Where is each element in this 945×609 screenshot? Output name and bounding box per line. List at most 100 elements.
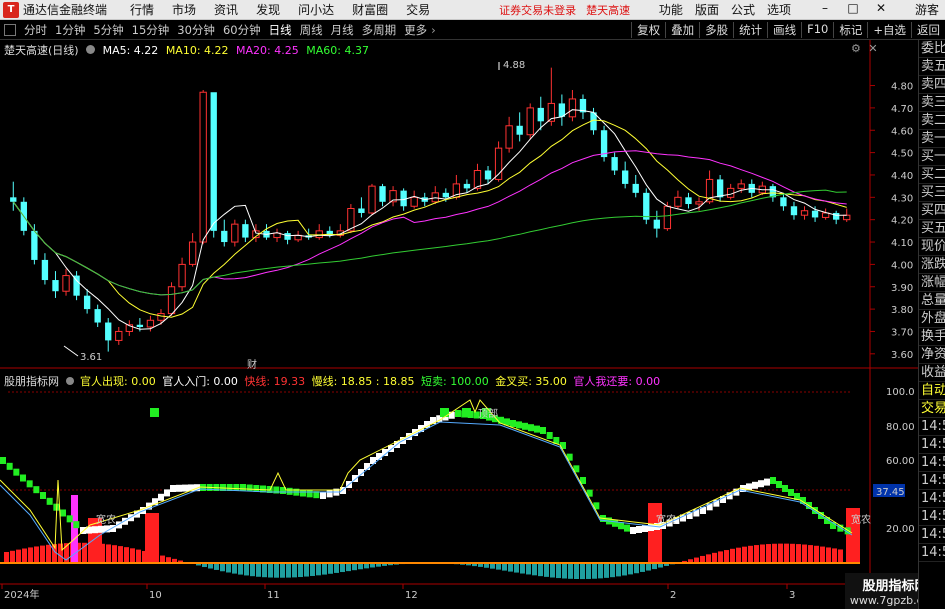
indicator-step: [648, 524, 654, 531]
quote-field-4[interactable]: 卖二: [919, 112, 945, 130]
indicator-toggle-icon[interactable]: [65, 377, 74, 385]
price-tick-label: 4.50: [891, 149, 913, 160]
indicator-title: 股朋指标网: [4, 375, 59, 388]
quote-field-22[interactable]: 14:56: [919, 436, 945, 454]
quote-field-28[interactable]: 14:56: [919, 544, 945, 562]
quote-field-21[interactable]: 14:56: [919, 418, 945, 436]
sub-legend: 股朋指标网 官人出现: 0.00 官人入门: 0.00 快线: 19.33 慢线…: [4, 373, 660, 389]
quote-field-11[interactable]: 现价: [919, 238, 945, 256]
restore-icon[interactable]: □: [845, 1, 861, 18]
candle-body: [811, 210, 819, 218]
menu-layout[interactable]: 版面: [695, 1, 719, 18]
indicator-step: [618, 522, 624, 530]
hist-bar: [796, 544, 801, 563]
hist-bar: [46, 544, 51, 563]
more-chevron-icon[interactable]: ›: [431, 23, 436, 37]
quote-field-6[interactable]: 买一: [919, 148, 945, 166]
btn-multi-stock[interactable]: 多股: [699, 22, 733, 38]
menu-item-news[interactable]: 资讯: [214, 1, 238, 18]
quote-field-12[interactable]: 涨跌: [919, 256, 945, 274]
indicator-step: [455, 410, 461, 417]
period-60min[interactable]: 60分钟: [223, 22, 261, 38]
minimize-icon[interactable]: –: [817, 1, 833, 18]
menu-item-exchange[interactable]: 市场: [172, 1, 196, 18]
hist-bar: [760, 544, 765, 563]
period-more[interactable]: 更多: [404, 22, 427, 38]
price-axis: 4.80 4.70 4.60 4.50 4.40 4.30 4.20 4.10 4.00 3.90…: [870, 82, 913, 361]
quote-field-5[interactable]: 卖一: [919, 130, 945, 148]
menu-formula[interactable]: 公式: [731, 1, 755, 18]
quote-field-27[interactable]: 14:56: [919, 526, 945, 544]
quote-field-17[interactable]: 净资: [919, 346, 945, 364]
hist-bar: [610, 563, 615, 578]
period-5min[interactable]: 5分钟: [93, 22, 123, 38]
period-multi[interactable]: 多周期: [362, 22, 397, 38]
quote-field-2[interactable]: 卖四: [919, 76, 945, 94]
btn-overlay[interactable]: 叠加: [665, 22, 699, 38]
btn-adjust[interactable]: 复权: [631, 22, 665, 38]
menu-item-ask[interactable]: 问小达: [298, 1, 334, 18]
kline-chart[interactable]: 4.80 4.70 4.60 4.50 4.40 4.30 4.20 4.10 4.00 3.90…: [0, 40, 918, 609]
quote-field-0[interactable]: 委比: [919, 40, 945, 58]
btn-f10[interactable]: F10: [801, 22, 833, 38]
period-tick[interactable]: 分时: [24, 22, 47, 38]
quote-field-3[interactable]: 卖三: [919, 94, 945, 112]
candle-body: [833, 212, 840, 220]
menu-item-discover[interactable]: 发现: [256, 1, 280, 18]
quote-field-19[interactable]: 自动: [919, 382, 945, 400]
chart-area[interactable]: 4.80 4.70 4.60 4.50 4.40 4.30 4.20 4.10 4.00 3.90…: [0, 40, 945, 609]
period-daily[interactable]: 日线: [269, 22, 292, 38]
quote-field-18[interactable]: 收益: [919, 364, 945, 382]
menu-function[interactable]: 功能: [659, 1, 683, 18]
menu-options[interactable]: 选项: [767, 1, 791, 18]
indicator-value-2: 官人入门: 0.00: [162, 375, 238, 388]
period-30min[interactable]: 30分钟: [177, 22, 215, 38]
quote-field-26[interactable]: 14:56: [919, 508, 945, 526]
quote-field-24[interactable]: 14:56: [919, 472, 945, 490]
candle-body: [368, 185, 376, 214]
hist-bar: [304, 563, 309, 577]
quote-field-25[interactable]: 14:56: [919, 490, 945, 508]
candle-body: [178, 263, 186, 288]
btn-mark[interactable]: 标记: [833, 22, 867, 38]
quote-field-13[interactable]: 涨幅: [919, 274, 945, 292]
close-icon[interactable]: ✕: [873, 1, 889, 18]
quote-field-23[interactable]: 14:56: [919, 454, 945, 472]
quote-field-20[interactable]: 交易: [919, 400, 945, 418]
hist-bar: [748, 545, 753, 563]
period-weekly[interactable]: 周线: [300, 22, 323, 38]
close-chart-icon[interactable]: ✕: [868, 42, 877, 55]
btn-add-watchlist[interactable]: +自选: [867, 22, 911, 38]
quote-field-9[interactable]: 买四: [919, 202, 945, 220]
quote-field-7[interactable]: 买二: [919, 166, 945, 184]
hist-bar: [10, 550, 15, 563]
trade-login-notice[interactable]: 证券交易未登录: [499, 2, 576, 18]
btn-draw[interactable]: 画线: [767, 22, 801, 38]
hist-bar: [700, 555, 705, 563]
menu-item-trade[interactable]: 交易: [406, 1, 430, 18]
quote-field-16[interactable]: 换手: [919, 328, 945, 346]
hist-bar: [604, 563, 609, 578]
settings-gear-icon[interactable]: ⚙: [851, 42, 861, 55]
quote-field-1[interactable]: 卖五: [919, 58, 945, 76]
indicator-step: [306, 490, 313, 498]
sub-tick-label: 20.00: [886, 524, 915, 535]
candle-body: [843, 214, 851, 221]
sub-tick-label: 100.0: [886, 387, 915, 398]
quote-field-15[interactable]: 外盘: [919, 310, 945, 328]
period-monthly[interactable]: 月线: [331, 22, 354, 38]
menu-item-wealth[interactable]: 财富圈: [352, 1, 388, 18]
quote-field-10[interactable]: 买五: [919, 220, 945, 238]
hist-bar: [592, 563, 597, 579]
toolbar-square-icon[interactable]: [4, 24, 16, 36]
user-label[interactable]: 游客: [915, 1, 939, 18]
btn-back[interactable]: 返回: [911, 22, 945, 38]
menu-item-market[interactable]: 行情: [130, 1, 154, 18]
quote-field-14[interactable]: 总量: [919, 292, 945, 310]
time-tick-label: 3: [789, 590, 795, 601]
btn-stats[interactable]: 统计: [733, 22, 767, 38]
period-15min[interactable]: 15分钟: [132, 22, 170, 38]
period-1min[interactable]: 1分钟: [55, 22, 85, 38]
quote-field-8[interactable]: 买三: [919, 184, 945, 202]
legend-toggle-icon[interactable]: [86, 45, 96, 54]
